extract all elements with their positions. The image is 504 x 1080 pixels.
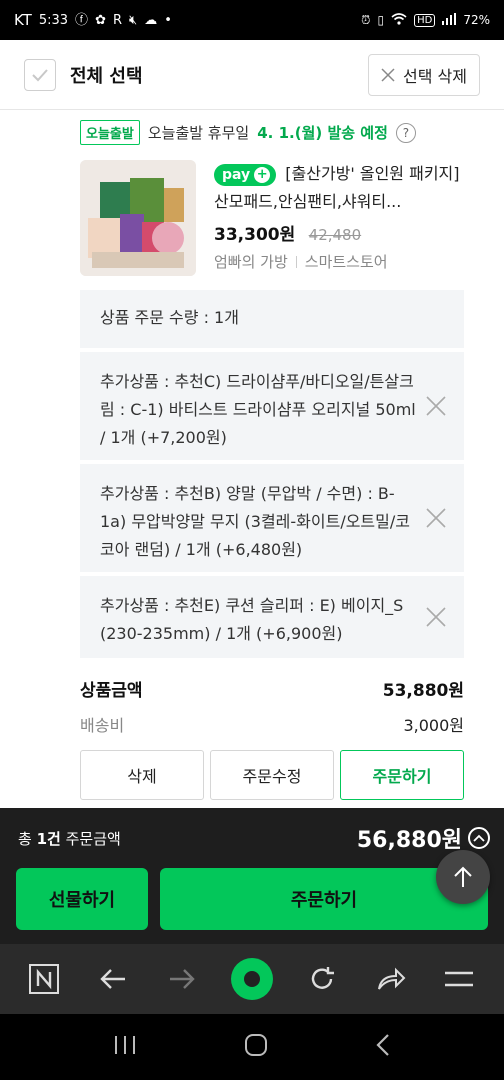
refresh-icon[interactable] xyxy=(302,959,342,999)
share-icon[interactable] xyxy=(371,959,411,999)
shipping-fee: 3,000원 xyxy=(403,716,464,735)
order-actions: 삭제 주문수정 주문하기 xyxy=(80,750,464,800)
scroll-to-top-button[interactable] xyxy=(436,850,490,904)
clock: 5:33 xyxy=(38,12,69,28)
product-amount-row: 상품금액 53,880원 xyxy=(80,676,464,701)
delivery-text: 오늘출발 휴무일 xyxy=(147,124,250,142)
delete-selected-button[interactable]: 선택 삭제 xyxy=(368,53,480,96)
purchase-panel: 총 1건 주문금액 56,880원 선물하기 주문하기 xyxy=(0,808,504,944)
today-shipping-badge: 오늘출발 xyxy=(80,120,140,145)
check-icon xyxy=(32,68,48,81)
settings-icon: ✿ xyxy=(95,12,106,28)
chevron-up-icon[interactable] xyxy=(468,827,490,849)
vibrate-icon: ▯ xyxy=(377,13,385,27)
original-price: 42,480 xyxy=(308,226,362,244)
home-button[interactable] xyxy=(230,958,273,1000)
delete-selected-label: 선택 삭제 xyxy=(403,66,467,86)
total-amount: 56,880원 xyxy=(356,828,462,853)
delete-button[interactable]: 삭제 xyxy=(80,750,204,800)
gift-button[interactable]: 선물하기 xyxy=(16,868,148,930)
system-navigation-bar xyxy=(0,1014,504,1080)
option-text: 추가상품 : 추천B) 양말 (무압박 / 수면) : B-1a) 무압박양말 … xyxy=(100,484,410,559)
recent-apps-icon[interactable] xyxy=(113,1034,137,1060)
plus-icon: + xyxy=(254,166,271,183)
signal-icon xyxy=(442,12,457,28)
remove-option-icon[interactable] xyxy=(422,392,450,420)
order-item-button[interactable]: 주문하기 xyxy=(340,750,464,800)
back-nav-icon[interactable] xyxy=(375,1033,391,1061)
select-all-checkbox[interactable] xyxy=(24,58,56,91)
select-all-label[interactable]: 전체 선택 xyxy=(70,62,143,88)
option-item: 추가상품 : 추천C) 드라이샴푸/바디오일/튼살크림 : C-1) 바티스트 … xyxy=(80,352,464,460)
modify-order-button[interactable]: 주문수정 xyxy=(210,750,334,800)
select-bar: 전체 선택 선택 삭제 xyxy=(0,40,504,110)
remove-option-icon[interactable] xyxy=(422,603,450,631)
purchase-buttons: 선물하기 주문하기 xyxy=(16,868,488,930)
delivery-info: 오늘출발 오늘출발 휴무일 4. 1.(월) 발송 예정 ? xyxy=(80,120,416,145)
cloud-icon: ☁ xyxy=(144,12,158,28)
price-row: 33,300원 42,480 xyxy=(214,220,476,245)
product-amount-label: 상품금액 xyxy=(80,681,143,701)
seller-name[interactable]: 엄빠의 가방 xyxy=(214,251,288,272)
product-title-row[interactable]: pay + [출산가방' 올인원 패키지] 산모패드,안심팬티,샤워티... xyxy=(214,160,476,216)
status-bar: KT 5:33 ⓕ ✿ R 🔇︎ ☁ • ⏰︎ ▯ HD 72% xyxy=(0,0,504,40)
naver-icon[interactable] xyxy=(24,959,64,999)
product-thumbnail[interactable] xyxy=(80,160,196,276)
quantity-text: 상품 주문 수량 : 1개 xyxy=(100,308,239,327)
carrier-label: KT xyxy=(14,11,32,29)
npay-badge: pay + xyxy=(214,163,277,186)
dot-icon: • xyxy=(164,12,172,28)
wifi-icon xyxy=(391,12,407,28)
option-text: 추가상품 : 추천E) 쿠션 슬리퍼 : E) 베이지_S (230-235mm… xyxy=(100,596,404,643)
npay-label: pay xyxy=(222,166,251,183)
option-text: 추가상품 : 추천C) 드라이샴푸/바디오일/튼살크림 : C-1) 바티스트 … xyxy=(100,372,416,447)
shipping-label: 배송비 xyxy=(80,716,125,735)
alarm-icon: ⏰︎ xyxy=(361,12,371,27)
back-icon[interactable] xyxy=(93,959,133,999)
facebook-icon: ⓕ xyxy=(75,12,89,28)
help-icon[interactable]: ? xyxy=(395,122,416,143)
r-app-icon: R xyxy=(112,12,123,28)
home-nav-icon[interactable] xyxy=(244,1033,268,1061)
quantity-box: 상품 주문 수량 : 1개 xyxy=(80,290,464,348)
mute-icon: 🔇︎ xyxy=(129,12,138,28)
arrow-up-icon xyxy=(454,866,472,887)
hd-badge: HD xyxy=(414,13,436,27)
battery-level: 72% xyxy=(463,13,490,27)
order-card: 오늘출발 오늘출발 휴무일 4. 1.(월) 발송 예정 ? pay + [출산… xyxy=(64,110,484,810)
close-icon xyxy=(381,67,395,82)
seller-type: 스마트스토어 xyxy=(304,253,388,271)
total-count: 1건 xyxy=(36,829,61,848)
home-dot-icon xyxy=(243,971,260,987)
forward-icon[interactable] xyxy=(162,959,202,999)
total-row[interactable]: 총 1건 주문금액 56,880원 xyxy=(18,822,490,854)
ship-date: 4. 1.(월) 발송 예정 xyxy=(257,124,388,142)
seller-divider xyxy=(295,255,297,268)
option-item: 추가상품 : 추천B) 양말 (무압박 / 수면) : B-1a) 무압박양말 … xyxy=(80,464,464,572)
remove-option-icon[interactable] xyxy=(422,504,450,532)
product-item: pay + [출산가방' 올인원 패키지] 산모패드,안심팬티,샤워티... 3… xyxy=(80,160,480,280)
product-amount: 53,880원 xyxy=(382,681,464,701)
menu-icon[interactable] xyxy=(439,959,479,999)
product-price: 33,300원 xyxy=(214,225,296,245)
seller-row: 엄빠의 가방 스마트스토어 xyxy=(214,251,476,272)
shipping-row: 배송비 3,000원 xyxy=(80,712,464,736)
browser-toolbar xyxy=(0,944,504,1014)
option-item: 추가상품 : 추천E) 쿠션 슬리퍼 : E) 베이지_S (230-235mm… xyxy=(80,576,464,658)
total-label: 총 1건 주문금액 xyxy=(18,829,121,848)
